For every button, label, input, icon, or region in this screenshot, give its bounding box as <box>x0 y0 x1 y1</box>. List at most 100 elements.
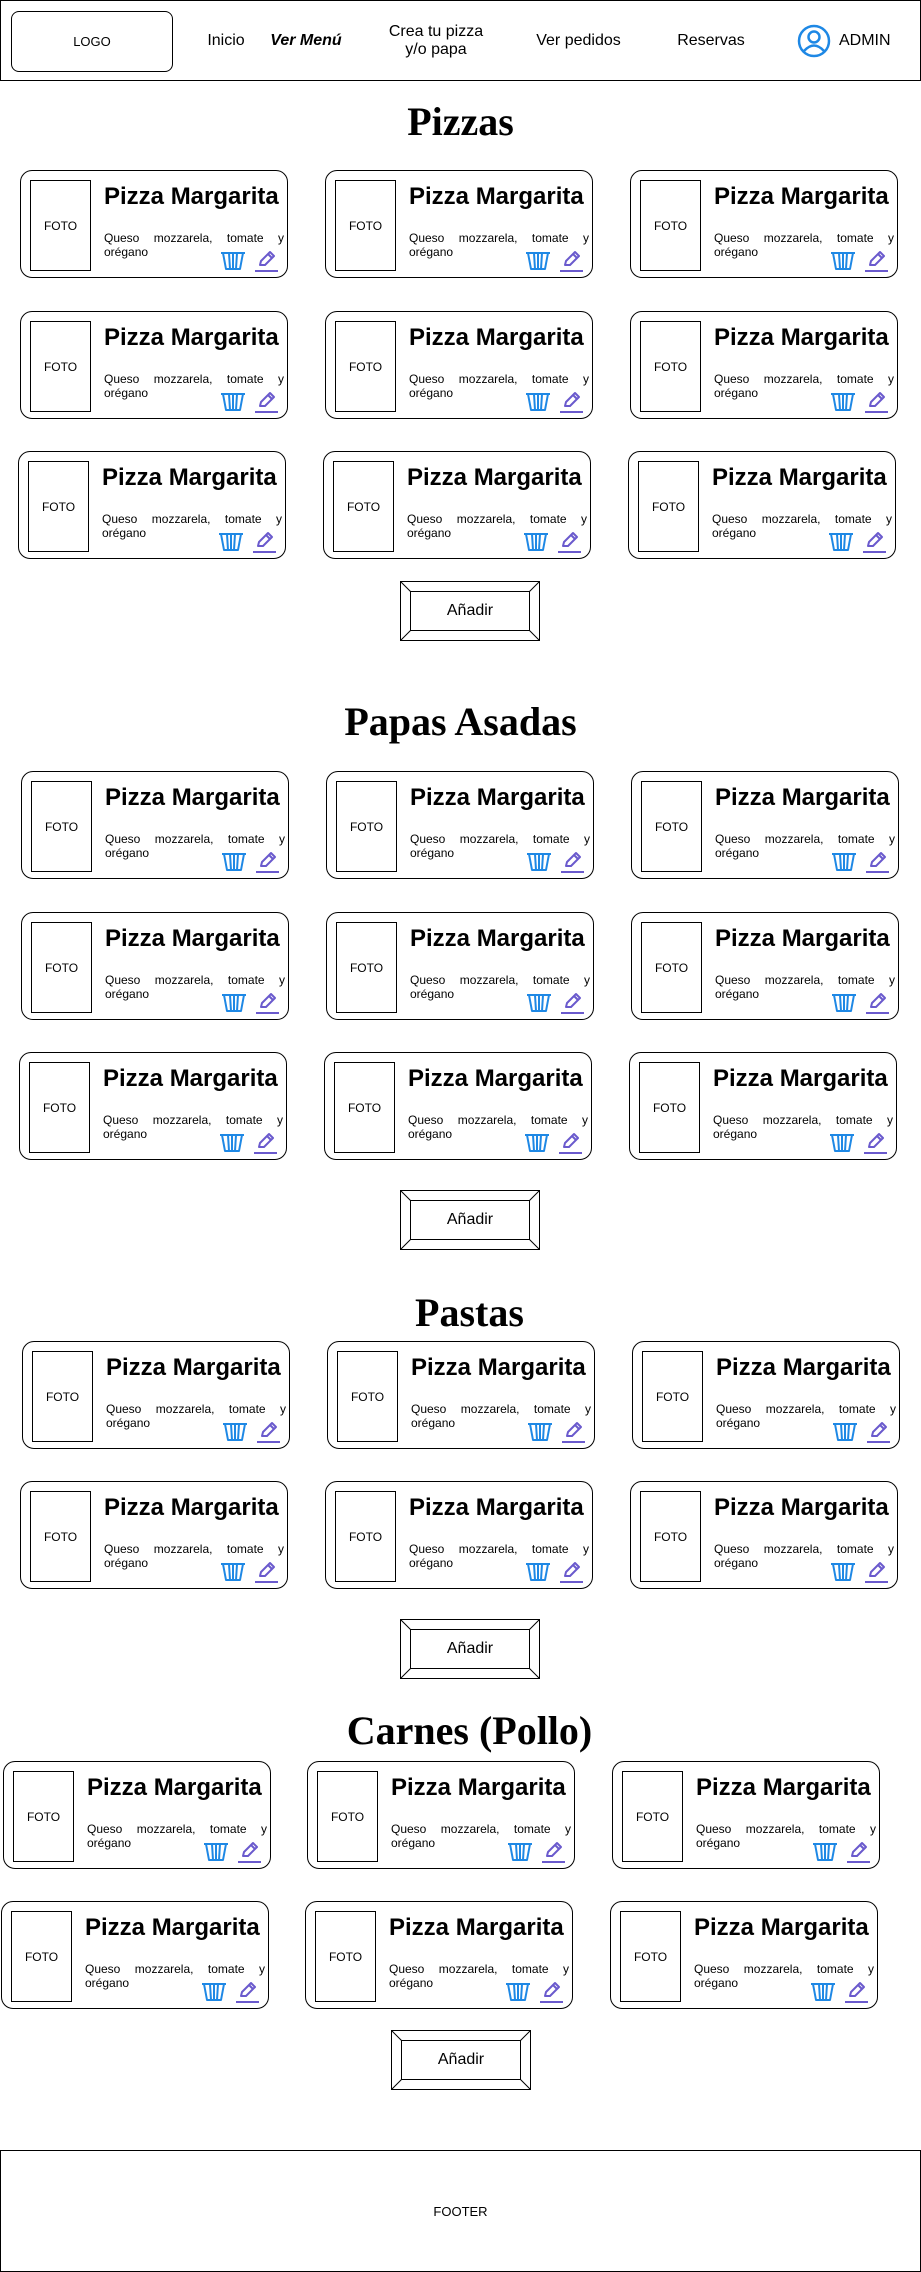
item-name: Pizza Margarita <box>715 784 890 811</box>
menu-item-card: FOTO Pizza Margarita Queso mozzarela, toma… <box>323 451 591 559</box>
item-photo: FOTO <box>335 180 396 271</box>
basket-icon[interactable] <box>221 850 247 872</box>
pencil-icon[interactable] <box>560 1418 586 1444</box>
basket-icon[interactable] <box>830 390 856 412</box>
item-name: Pizza Margarita <box>106 1354 281 1381</box>
pencil-icon[interactable] <box>559 989 585 1015</box>
item-photo: FOTO <box>641 922 702 1013</box>
basket-icon[interactable] <box>525 1560 551 1582</box>
pencil-icon[interactable] <box>236 1838 262 1864</box>
pencil-icon[interactable] <box>558 1558 584 1584</box>
basket-icon[interactable] <box>831 850 857 872</box>
pencil-icon[interactable] <box>234 1978 260 2004</box>
item-photo: FOTO <box>31 922 92 1013</box>
pencil-icon[interactable] <box>556 528 582 554</box>
item-name: Pizza Margarita <box>391 1774 566 1801</box>
nav-reservas[interactable]: Reservas <box>666 1 756 80</box>
menu-item-card: FOTO Pizza Margarita Queso mozzarela, toma… <box>325 1481 593 1589</box>
nav-ver-pedidos[interactable]: Ver pedidos <box>526 1 631 80</box>
menu-item-card: FOTO Pizza Margarita Queso mozzarela, toma… <box>327 1341 595 1449</box>
pencil-icon[interactable] <box>558 388 584 414</box>
menu-item-card: FOTO Pizza Margarita Queso mozzarela, toma… <box>325 170 593 278</box>
basket-icon[interactable] <box>218 530 244 552</box>
pencil-icon[interactable] <box>865 1418 891 1444</box>
basket-icon[interactable] <box>505 1980 531 2002</box>
basket-icon[interactable] <box>220 1560 246 1582</box>
basket-icon[interactable] <box>527 1420 553 1442</box>
item-photo: FOTO <box>640 1491 701 1582</box>
pencil-icon[interactable] <box>557 1129 583 1155</box>
pencil-icon[interactable] <box>253 247 279 273</box>
item-photo: FOTO <box>640 321 701 412</box>
menu-item-card: FOTO Pizza Margarita Queso mozzarela, toma… <box>22 1341 290 1449</box>
pencil-icon[interactable] <box>862 1129 888 1155</box>
pencil-icon[interactable] <box>253 1558 279 1584</box>
item-photo: FOTO <box>639 1062 700 1153</box>
add-button[interactable]: Añadir <box>391 2030 531 2090</box>
basket-icon[interactable] <box>526 991 552 1013</box>
item-name: Pizza Margarita <box>104 324 279 351</box>
pencil-icon[interactable] <box>863 247 889 273</box>
add-button[interactable]: Añadir <box>400 1190 540 1250</box>
pencil-icon[interactable] <box>254 848 280 874</box>
logo[interactable]: LOGO <box>11 11 173 72</box>
item-photo: FOTO <box>30 180 91 271</box>
basket-icon[interactable] <box>832 1420 858 1442</box>
pencil-icon[interactable] <box>255 1418 281 1444</box>
pencil-icon[interactable] <box>863 1558 889 1584</box>
basket-icon[interactable] <box>523 530 549 552</box>
nav-inicio[interactable]: Inicio <box>196 1 256 80</box>
basket-icon[interactable] <box>525 390 551 412</box>
basket-icon[interactable] <box>830 249 856 271</box>
basket-icon[interactable] <box>829 1131 855 1153</box>
pencil-icon[interactable] <box>845 1838 871 1864</box>
add-button[interactable]: Añadir <box>400 1619 540 1679</box>
nav-crea-tu-pizza[interactable]: Crea tu pizza y/o papa <box>381 1 491 80</box>
menu-item-card: FOTO Pizza Margarita Queso mozzarela, toma… <box>305 1901 573 2009</box>
nav-ver-menu[interactable]: Ver Menú <box>266 1 346 80</box>
item-name: Pizza Margarita <box>85 1914 260 1941</box>
item-photo: FOTO <box>315 1911 376 2002</box>
basket-icon[interactable] <box>525 249 551 271</box>
pencil-icon[interactable] <box>254 989 280 1015</box>
basket-icon[interactable] <box>812 1840 838 1862</box>
basket-icon[interactable] <box>201 1980 227 2002</box>
pencil-icon[interactable] <box>864 848 890 874</box>
pencil-icon[interactable] <box>540 1838 566 1864</box>
basket-icon[interactable] <box>219 1131 245 1153</box>
item-photo: FOTO <box>622 1771 683 1862</box>
add-button[interactable]: Añadir <box>400 581 540 641</box>
basket-icon[interactable] <box>831 991 857 1013</box>
basket-icon[interactable] <box>526 850 552 872</box>
basket-icon[interactable] <box>222 1420 248 1442</box>
top-navbar: LOGO Inicio Ver Menú Crea tu pizza y/o p… <box>0 0 921 81</box>
item-photo: FOTO <box>30 1491 91 1582</box>
pencil-icon[interactable] <box>863 388 889 414</box>
basket-icon[interactable] <box>507 1840 533 1862</box>
basket-icon[interactable] <box>524 1131 550 1153</box>
basket-icon[interactable] <box>221 991 247 1013</box>
basket-icon[interactable] <box>810 1980 836 2002</box>
basket-icon[interactable] <box>220 390 246 412</box>
basket-icon[interactable] <box>203 1840 229 1862</box>
pencil-icon[interactable] <box>864 989 890 1015</box>
pencil-icon[interactable] <box>843 1978 869 2004</box>
menu-item-card: FOTO Pizza Margarita Queso mozzarela, toma… <box>20 170 288 278</box>
item-name: Pizza Margarita <box>715 925 890 952</box>
pencil-icon[interactable] <box>252 1129 278 1155</box>
add-button-label: Añadir <box>437 2051 485 2068</box>
item-name: Pizza Margarita <box>105 784 280 811</box>
pencil-icon[interactable] <box>559 848 585 874</box>
pencil-icon[interactable] <box>251 528 277 554</box>
pencil-icon[interactable] <box>558 247 584 273</box>
pencil-icon[interactable] <box>861 528 887 554</box>
item-photo: FOTO <box>641 781 702 872</box>
add-button-label: Añadir <box>446 1640 494 1657</box>
basket-icon[interactable] <box>220 249 246 271</box>
basket-icon[interactable] <box>828 530 854 552</box>
pencil-icon[interactable] <box>253 388 279 414</box>
basket-icon[interactable] <box>830 1560 856 1582</box>
pencil-icon[interactable] <box>538 1978 564 2004</box>
menu-item-card: FOTO Pizza Margarita Queso mozzarela, toma… <box>631 771 899 879</box>
admin-menu[interactable]: ADMIN <box>797 23 891 59</box>
